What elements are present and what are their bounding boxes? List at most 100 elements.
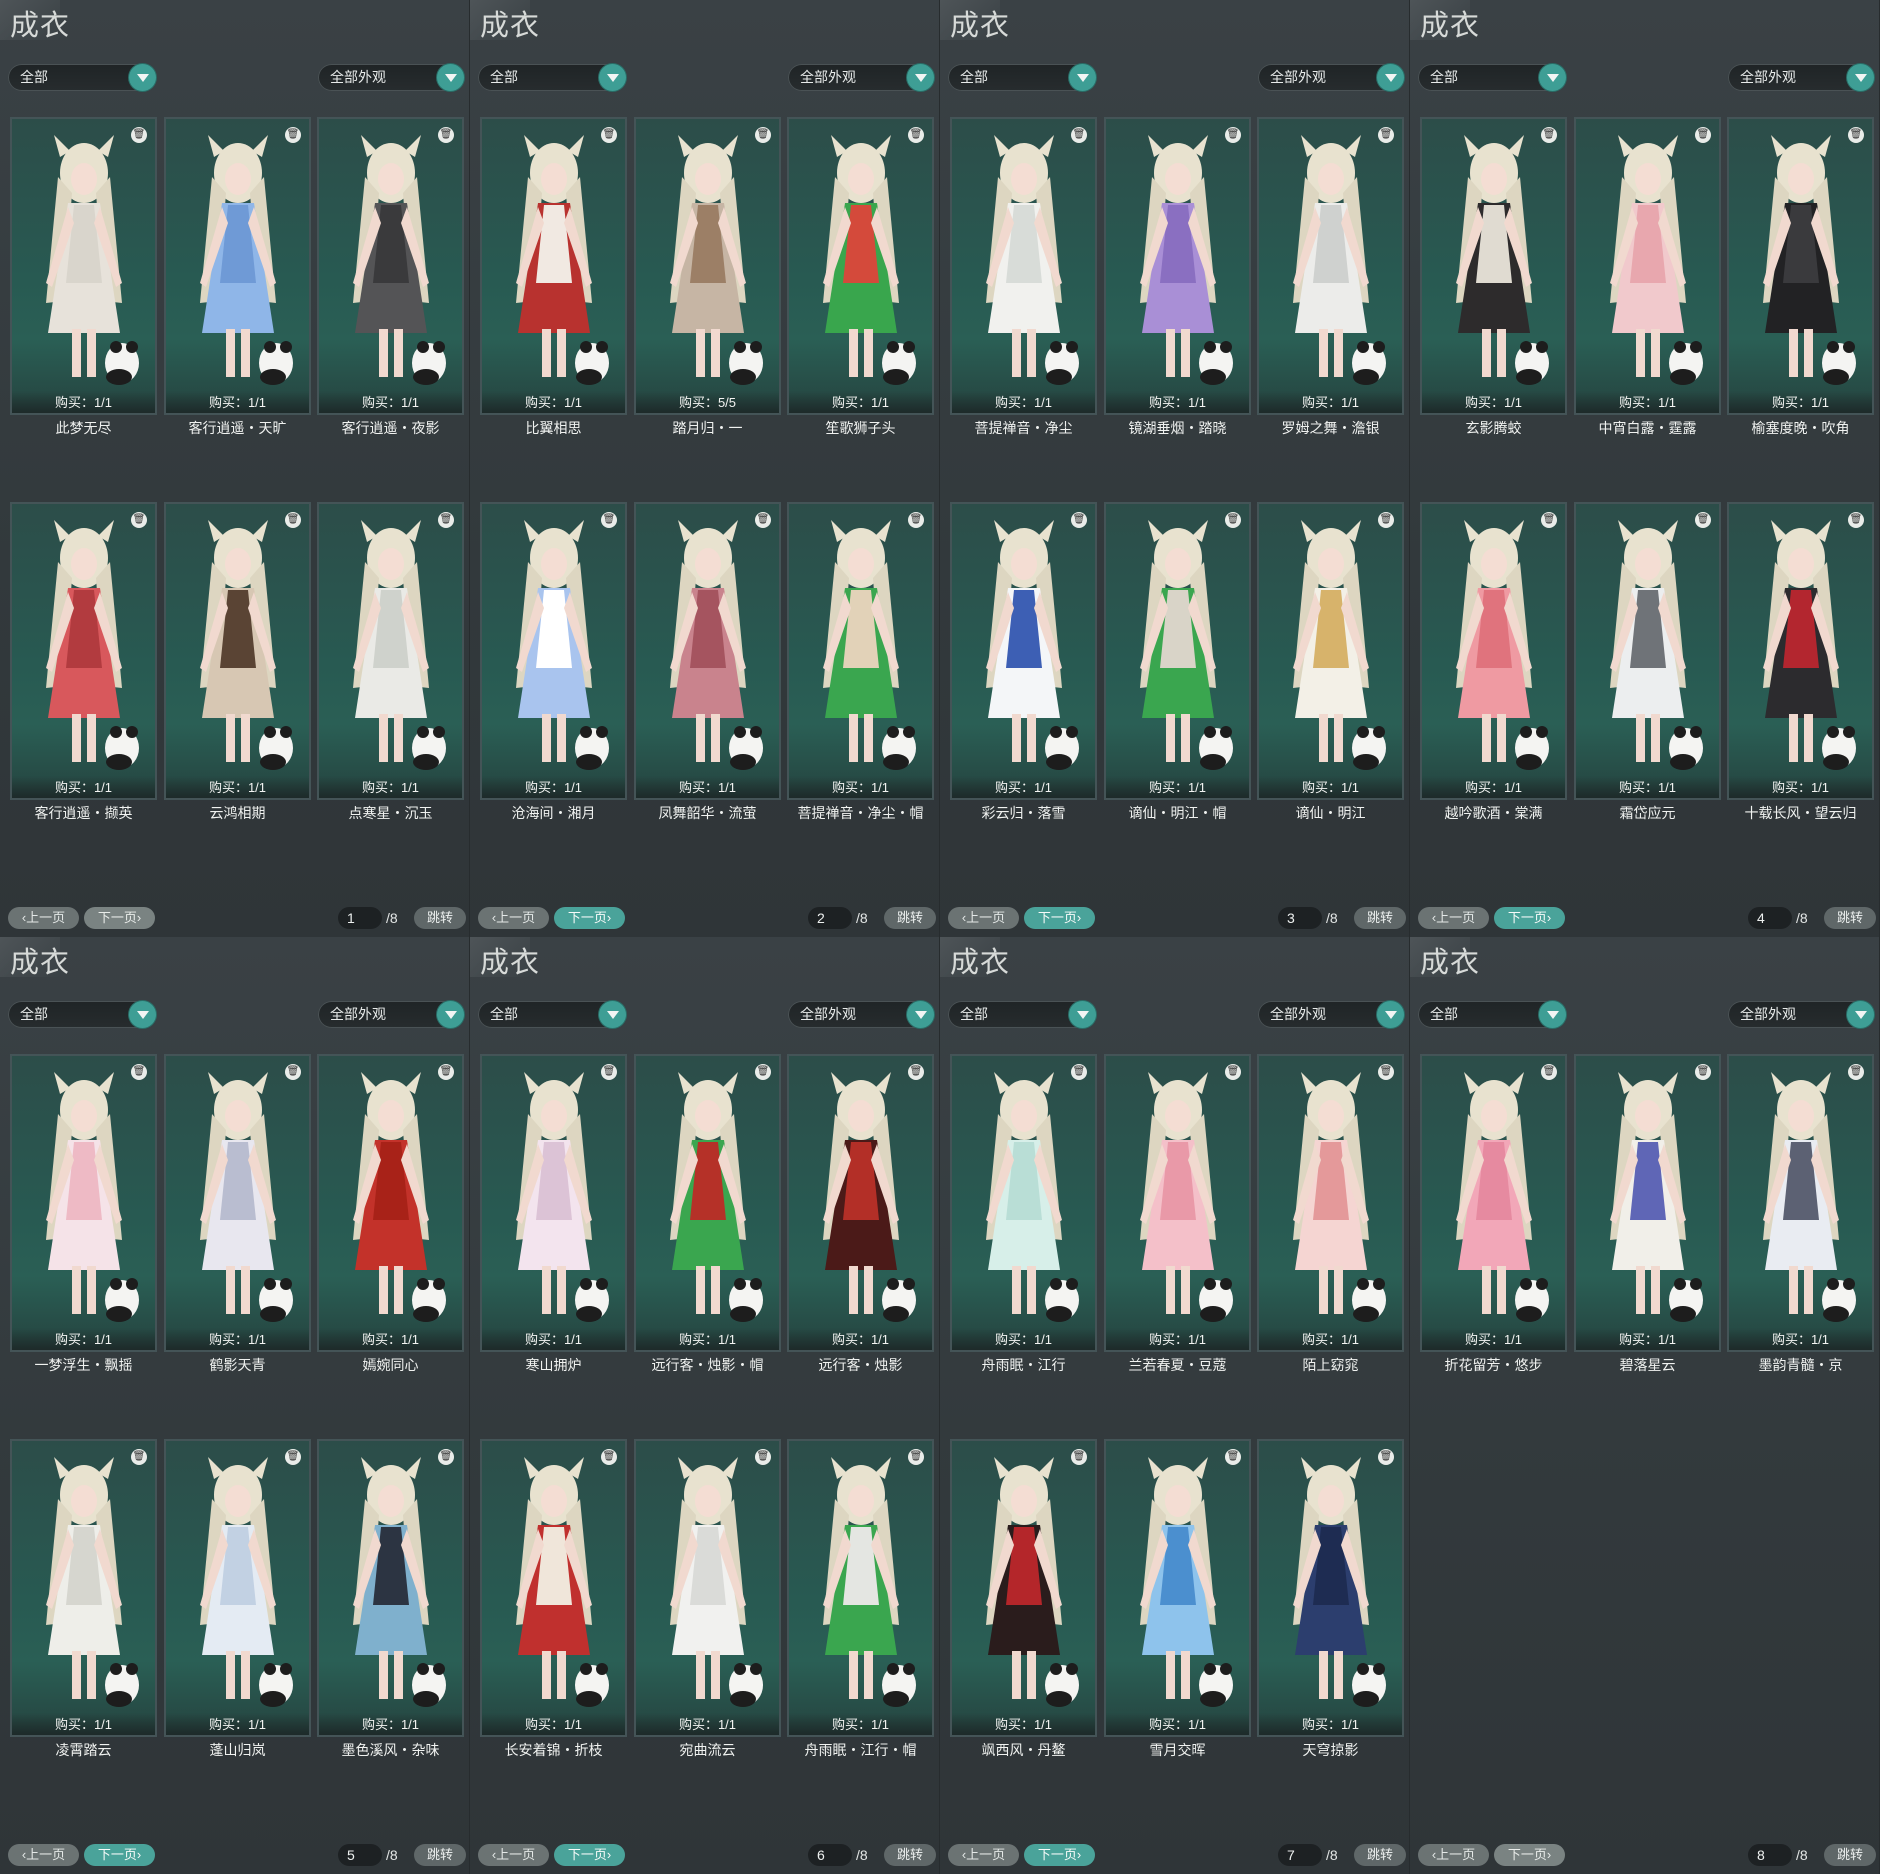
trash-icon[interactable]: 🗑 [438,127,454,143]
outfit-card[interactable]: 🗑 [787,1054,934,1352]
page-number-input[interactable]: 6 [808,1844,852,1866]
page-number-input[interactable]: 3 [1278,907,1322,929]
outfit-card[interactable]: 🗑 [1727,117,1874,415]
category-dropdown[interactable]: 全部 [8,64,156,91]
trash-icon[interactable]: 🗑 [1225,127,1241,143]
trash-icon[interactable]: 🗑 [1071,1449,1087,1465]
trash-icon[interactable]: 🗑 [131,512,147,528]
page-number-input[interactable]: 7 [1278,1844,1322,1866]
chevron-down-icon[interactable] [437,1001,464,1028]
chevron-down-icon[interactable] [599,1001,626,1028]
trash-icon[interactable]: 🗑 [1378,127,1394,143]
next-page-button[interactable]: 下一页› [84,907,155,929]
outfit-card[interactable]: 🗑 [1104,502,1251,800]
chevron-down-icon[interactable] [1377,1001,1404,1028]
appearance-dropdown[interactable]: 全部外观 [1728,1001,1874,1028]
category-dropdown[interactable]: 全部 [478,1001,626,1028]
jump-button[interactable]: 跳转 [1824,907,1876,929]
outfit-card[interactable]: 🗑 [787,1439,934,1737]
outfit-card[interactable]: 🗑 [317,1439,464,1737]
outfit-card[interactable]: 🗑 [1574,1054,1721,1352]
next-page-button[interactable]: 下一页› [1024,1844,1095,1866]
outfit-card[interactable]: 🗑 [787,117,934,415]
trash-icon[interactable]: 🗑 [601,1064,617,1080]
trash-icon[interactable]: 🗑 [1848,127,1864,143]
appearance-dropdown[interactable]: 全部外观 [788,64,934,91]
trash-icon[interactable]: 🗑 [1378,1064,1394,1080]
next-page-button[interactable]: 下一页› [1494,907,1565,929]
outfit-card[interactable]: 🗑 [1104,117,1251,415]
outfit-card[interactable]: 🗑 [1420,1054,1567,1352]
outfit-card[interactable]: 🗑 [634,117,781,415]
trash-icon[interactable]: 🗑 [908,127,924,143]
next-page-button[interactable]: 下一页› [554,907,625,929]
outfit-card[interactable]: 🗑 [634,502,781,800]
appearance-dropdown[interactable]: 全部外观 [1258,1001,1404,1028]
outfit-card[interactable]: 🗑 [480,117,627,415]
chevron-down-icon[interactable] [599,64,626,91]
category-dropdown[interactable]: 全部 [1418,1001,1566,1028]
page-number-input[interactable]: 2 [808,907,852,929]
trash-icon[interactable]: 🗑 [1225,512,1241,528]
page-number-input[interactable]: 5 [338,1844,382,1866]
category-dropdown[interactable]: 全部 [948,64,1096,91]
trash-icon[interactable]: 🗑 [131,1449,147,1465]
trash-icon[interactable]: 🗑 [1071,127,1087,143]
jump-button[interactable]: 跳转 [1824,1844,1876,1866]
trash-icon[interactable]: 🗑 [131,127,147,143]
prev-page-button[interactable]: ‹上一页 [1418,1844,1489,1866]
outfit-card[interactable]: 🗑 [950,1439,1097,1737]
outfit-card[interactable]: 🗑 [164,117,311,415]
trash-icon[interactable]: 🗑 [908,1064,924,1080]
trash-icon[interactable]: 🗑 [1071,1064,1087,1080]
trash-icon[interactable]: 🗑 [438,1064,454,1080]
outfit-card[interactable]: 🗑 [164,502,311,800]
prev-page-button[interactable]: ‹上一页 [948,1844,1019,1866]
next-page-button[interactable]: 下一页› [84,1844,155,1866]
outfit-card[interactable]: 🗑 [950,1054,1097,1352]
outfit-card[interactable]: 🗑 [1574,117,1721,415]
jump-button[interactable]: 跳转 [1354,907,1406,929]
outfit-card[interactable]: 🗑 [1420,117,1567,415]
outfit-card[interactable]: 🗑 [1257,117,1404,415]
trash-icon[interactable]: 🗑 [1378,1449,1394,1465]
trash-icon[interactable]: 🗑 [908,1449,924,1465]
trash-icon[interactable]: 🗑 [1541,1064,1557,1080]
trash-icon[interactable]: 🗑 [755,1064,771,1080]
jump-button[interactable]: 跳转 [884,907,936,929]
trash-icon[interactable]: 🗑 [1695,1064,1711,1080]
appearance-dropdown[interactable]: 全部外观 [318,64,464,91]
chevron-down-icon[interactable] [437,64,464,91]
category-dropdown[interactable]: 全部 [1418,64,1566,91]
jump-button[interactable]: 跳转 [884,1844,936,1866]
outfit-card[interactable]: 🗑 [787,502,934,800]
outfit-card[interactable]: 🗑 [317,117,464,415]
outfit-card[interactable]: 🗑 [480,502,627,800]
outfit-card[interactable]: 🗑 [634,1054,781,1352]
outfit-card[interactable]: 🗑 [950,502,1097,800]
trash-icon[interactable]: 🗑 [1695,512,1711,528]
prev-page-button[interactable]: ‹上一页 [478,907,549,929]
outfit-card[interactable]: 🗑 [1574,502,1721,800]
trash-icon[interactable]: 🗑 [1378,512,1394,528]
chevron-down-icon[interactable] [1069,1001,1096,1028]
outfit-card[interactable]: 🗑 [10,1439,157,1737]
trash-icon[interactable]: 🗑 [438,1449,454,1465]
category-dropdown[interactable]: 全部 [478,64,626,91]
trash-icon[interactable]: 🗑 [755,512,771,528]
next-page-button[interactable]: 下一页› [1024,907,1095,929]
page-number-input[interactable]: 8 [1748,1844,1792,1866]
chevron-down-icon[interactable] [907,64,934,91]
trash-icon[interactable]: 🗑 [285,1449,301,1465]
trash-icon[interactable]: 🗑 [1695,127,1711,143]
outfit-card[interactable]: 🗑 [10,1054,157,1352]
trash-icon[interactable]: 🗑 [755,127,771,143]
trash-icon[interactable]: 🗑 [1848,512,1864,528]
trash-icon[interactable]: 🗑 [285,127,301,143]
outfit-card[interactable]: 🗑 [1257,502,1404,800]
outfit-card[interactable]: 🗑 [1257,1054,1404,1352]
trash-icon[interactable]: 🗑 [601,127,617,143]
appearance-dropdown[interactable]: 全部外观 [788,1001,934,1028]
appearance-dropdown[interactable]: 全部外观 [1258,64,1404,91]
jump-button[interactable]: 跳转 [1354,1844,1406,1866]
